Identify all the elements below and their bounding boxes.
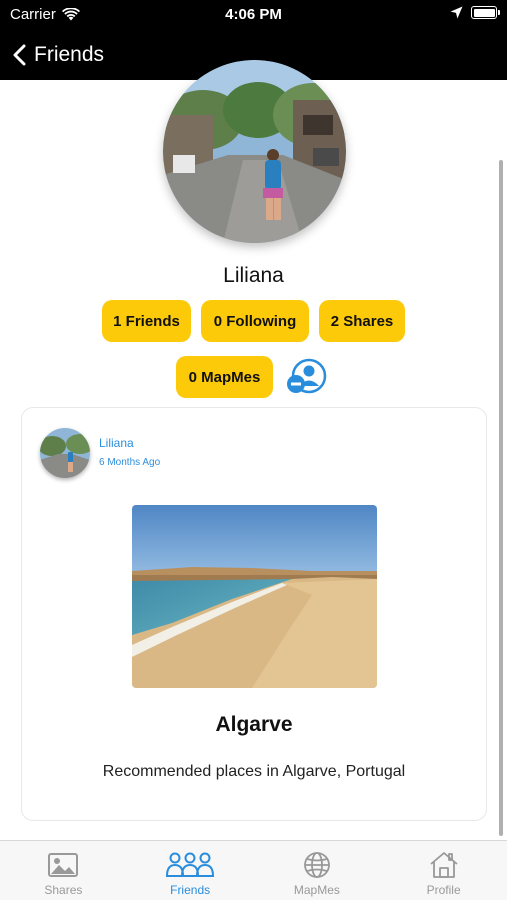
status-time: 4:06 PM	[225, 6, 282, 23]
shares-count-button[interactable]: 2 Shares	[319, 300, 405, 342]
tab-mapmes[interactable]: MapMes	[254, 841, 381, 900]
chevron-left-icon	[13, 44, 26, 66]
friends-count-button[interactable]: 1 Friends	[102, 300, 191, 342]
back-title: Friends	[34, 43, 105, 66]
post-description: Recommended places in Algarve, Portugal	[102, 763, 406, 780]
tab-label-shares: Shares	[44, 883, 83, 897]
mapmes-count-button[interactable]: 0 MapMes	[176, 356, 273, 398]
scrollbar[interactable]	[499, 160, 503, 836]
status-right	[450, 6, 500, 19]
remove-friend-icon	[287, 358, 327, 394]
battery-icon	[471, 6, 500, 19]
tab-shares[interactable]: Shares	[0, 841, 127, 900]
post-image[interactable]	[132, 505, 377, 688]
post-author-avatar[interactable]	[40, 428, 90, 478]
people-icon	[166, 852, 215, 877]
post-card[interactable]: Liliana 6 Months Ago Algarve Recommended…	[21, 407, 487, 821]
globe-icon	[303, 852, 330, 878]
post-timestamp: 6 Months Ago	[99, 457, 161, 468]
tab-bar: Shares Friends MapMes Profile	[0, 840, 507, 900]
location-arrow-icon	[450, 6, 463, 19]
status-bar: Carrier 4:06 PM	[0, 0, 507, 30]
back-button[interactable]: Friends	[12, 43, 104, 67]
tab-label-friends: Friends	[170, 883, 211, 897]
photo-icon	[48, 853, 79, 877]
tab-friends[interactable]: Friends	[127, 841, 254, 900]
tab-label-mapmes: MapMes	[293, 883, 340, 897]
tab-profile[interactable]: Profile	[380, 841, 507, 900]
profile-name: Liliana	[223, 264, 284, 287]
post-title: Algarve	[215, 713, 293, 736]
following-count-button[interactable]: 0 Following	[201, 300, 309, 342]
tab-label-profile: Profile	[426, 883, 461, 897]
home-icon	[430, 852, 458, 878]
post-author-name[interactable]: Liliana	[99, 436, 134, 450]
profile-avatar	[163, 60, 346, 243]
unfriend-button[interactable]	[285, 357, 327, 395]
